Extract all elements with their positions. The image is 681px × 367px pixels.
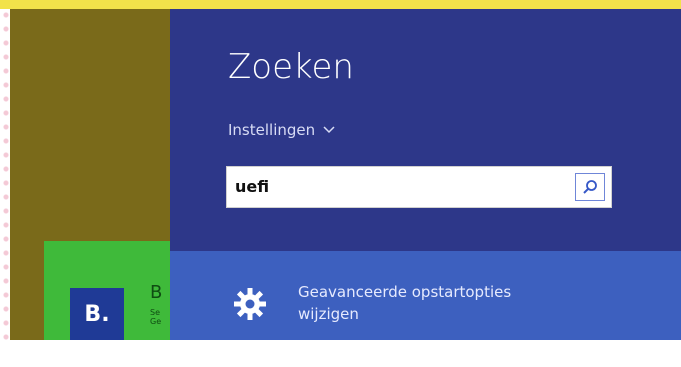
search-scope-dropdown[interactable]: Instellingen xyxy=(228,121,335,139)
chevron-down-icon xyxy=(323,123,335,137)
tile-subtitle-line-2: Ge xyxy=(150,317,162,326)
search-result-line-1: Geavanceerde opstartopties xyxy=(298,283,512,301)
gear-icon xyxy=(232,286,268,322)
bottom-white-strip xyxy=(0,340,681,367)
search-icon xyxy=(582,179,598,195)
top-yellow-strip xyxy=(0,0,681,9)
search-input[interactable] xyxy=(235,167,565,207)
search-title: Zoeken xyxy=(228,47,354,87)
search-result-line-2: wijzigen xyxy=(298,305,359,323)
search-box xyxy=(226,166,612,208)
search-result-label: Geavanceerde opstartopties wijzigen xyxy=(298,281,511,325)
tile-subtitle-line-1: Se xyxy=(150,308,160,317)
search-scope-label: Instellingen xyxy=(228,121,316,139)
search-button[interactable] xyxy=(575,173,605,201)
search-result-item[interactable]: Geavanceerde opstartopties wijzigen xyxy=(170,251,681,345)
tile-title-partial: B xyxy=(150,282,163,303)
tile-app-icon: B. xyxy=(70,288,124,340)
left-pattern-edge xyxy=(0,9,10,367)
tile-subtitle-partial: Se Ge xyxy=(150,308,161,326)
search-charm-panel: Zoeken Instellingen uefi Geavanceerde op… xyxy=(170,9,681,345)
